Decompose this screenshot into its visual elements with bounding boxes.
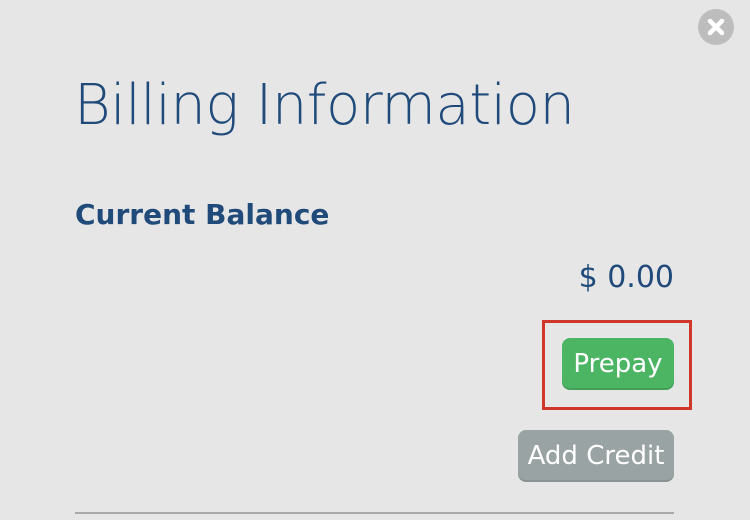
add-credit-button[interactable]: Add Credit (518, 430, 674, 482)
close-icon (706, 17, 726, 37)
page-title: Billing Information (74, 73, 575, 138)
divider (75, 512, 674, 514)
prepay-button[interactable]: Prepay (562, 338, 674, 390)
billing-dialog: Billing Information Current Balance $ 0.… (0, 0, 750, 520)
section-title-current-balance: Current Balance (75, 198, 330, 231)
balance-amount: $ 0.00 (578, 260, 674, 295)
close-button[interactable] (698, 9, 734, 45)
